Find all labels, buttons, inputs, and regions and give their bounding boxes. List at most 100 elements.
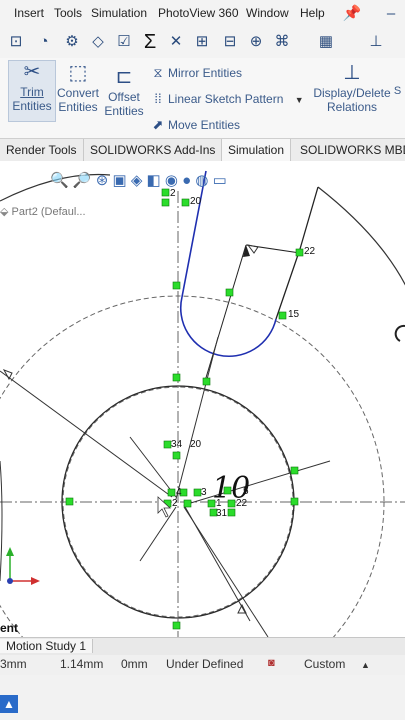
- smart-dimension-icon[interactable]: ◔: [34, 32, 54, 52]
- trim-entities-button[interactable]: ✂ Trim Entities: [8, 60, 56, 122]
- menu-bar: Insert Tools Simulation PhotoView 360 Wi…: [0, 0, 405, 29]
- menu-photoview[interactable]: PhotoView 360: [158, 6, 239, 20]
- trim-icon: ✂: [23, 61, 41, 83]
- tab-render-tools[interactable]: Render Tools: [0, 139, 84, 161]
- relation-label: 34: [171, 439, 183, 450]
- tab-mbd[interactable]: SOLIDWORKS MBD: [294, 139, 405, 161]
- trim-label-1: Trim: [20, 85, 44, 99]
- sum-icon[interactable]: Σ: [140, 32, 160, 52]
- ray-down-right: [183, 506, 269, 637]
- relations-icon[interactable]: ⌘: [272, 32, 292, 52]
- units-dropdown-icon[interactable]: ▲: [361, 660, 370, 670]
- feature-tree-item[interactable]: ⬙ Part2 (Defaul...: [0, 205, 86, 218]
- relation-label: 2: [170, 188, 176, 199]
- display-style-icon[interactable]: ◧: [147, 172, 161, 189]
- zoom-area-icon[interactable]: 🔎: [73, 172, 92, 189]
- menu-insert[interactable]: Insert: [14, 6, 44, 20]
- constraint-markers: [65, 188, 304, 630]
- move-icon: ⬈: [152, 117, 164, 132]
- grid-icon[interactable]: ⊞: [192, 32, 212, 52]
- previous-view-icon[interactable]: ⊛: [96, 172, 109, 189]
- menu-tools[interactable]: Tools: [54, 6, 82, 20]
- monitor-icon[interactable]: ▭: [213, 172, 227, 189]
- mirror-icon: ⧖: [153, 65, 163, 80]
- mirror-entities-button[interactable]: ⧖ Mirror Entities: [148, 65, 242, 81]
- command-tabs: Render Tools SOLIDWORKS Add-Ins Simulati…: [0, 139, 405, 162]
- slot-top-line: [299, 186, 319, 250]
- taskbar-app-icon[interactable]: ▲: [0, 695, 18, 713]
- triad-origin: [7, 578, 13, 584]
- rebuild-icon[interactable]: ◙: [268, 657, 275, 669]
- move-label: Move Entities: [168, 118, 241, 132]
- tab-simulation[interactable]: Simulation: [222, 139, 292, 161]
- partial-label: ent: [0, 621, 18, 635]
- convert-label-1: Convert: [56, 86, 100, 100]
- offset-icon: ⊏: [115, 66, 133, 88]
- minimize-icon[interactable]: –: [381, 4, 401, 24]
- coordinate-icon[interactable]: ⊥: [366, 32, 386, 52]
- linear-pattern-label: Linear Sketch Pattern: [168, 92, 284, 106]
- relation-label: 20: [190, 196, 202, 207]
- display-relations-button[interactable]: ⊥ Display/Delete Relations: [312, 62, 392, 114]
- feature-icon[interactable]: ⚙: [62, 32, 82, 52]
- relation-label: 31: [216, 508, 228, 519]
- relation-label: 3: [201, 487, 207, 498]
- relations-icon: ⊥: [343, 62, 361, 84]
- menu-window[interactable]: Window: [246, 6, 289, 20]
- relation-label: 20: [190, 439, 202, 450]
- appearance-icon[interactable]: ●: [182, 172, 191, 189]
- offset-label-2: Entities: [104, 104, 144, 118]
- display-label-2: Relations: [326, 100, 378, 114]
- part-name: Part2 (Defaul...: [11, 206, 86, 218]
- leader-line-1: [204, 244, 247, 382]
- shape-icon[interactable]: ◇: [88, 32, 108, 52]
- sketch-icon[interactable]: ⊡: [6, 32, 26, 52]
- part-icon: ⬙: [0, 206, 9, 218]
- menu-simulation[interactable]: Simulation: [91, 6, 147, 20]
- tab-addins[interactable]: SOLIDWORKS Add-Ins: [84, 139, 223, 161]
- graphics-area[interactable]: 🔍 🔎 ⊛ ▣ ◈ ◧ ◉ ● ◍ ▭ ⬙ Part2 (Defaul... 2…: [0, 161, 405, 637]
- hide-show-icon[interactable]: ◉: [165, 172, 178, 189]
- outer-arc-right: [317, 186, 405, 286]
- convert-entities-button[interactable]: ⬚ Convert Entities: [56, 62, 100, 114]
- fit-icon[interactable]: ⊕: [246, 32, 266, 52]
- offset-label-1: Offset: [108, 90, 140, 104]
- tab-motion-study[interactable]: Motion Study 1: [0, 639, 94, 653]
- dimension-value[interactable]: 10: [212, 471, 250, 506]
- section-view-icon[interactable]: ▣: [112, 172, 126, 189]
- relation-label: 22: [304, 246, 316, 257]
- triad-y-arrow: [6, 547, 14, 556]
- status-z: 0mm: [121, 657, 148, 671]
- overflow-label: S: [393, 85, 402, 97]
- linear-pattern-icon: ⁞⁞: [154, 91, 162, 106]
- status-x: 3mm: [0, 657, 27, 671]
- move-entities-button[interactable]: ⬈ Move Entities: [148, 117, 240, 133]
- ray-right: [183, 460, 331, 506]
- sketch-ribbon: ✂ Trim Entities ⬚ Convert Entities ⊏ Off…: [0, 58, 405, 139]
- status-units[interactable]: Custom: [304, 657, 345, 671]
- align-icon[interactable]: ⊟: [220, 32, 240, 52]
- triad-x-arrow: [31, 577, 40, 585]
- zoom-icon[interactable]: 🔍: [50, 172, 69, 189]
- check-icon[interactable]: ☑: [114, 32, 134, 52]
- ribbon-overflow: S: [390, 84, 405, 98]
- menu-help[interactable]: Help: [300, 6, 325, 20]
- view-orientation-icon[interactable]: ◈: [131, 172, 143, 189]
- offset-entities-button[interactable]: ⊏ Offset Entities: [102, 66, 146, 118]
- scene-icon[interactable]: ◍: [195, 172, 208, 189]
- status-definition: Under Defined: [166, 657, 244, 671]
- outer-construction-circle: [0, 295, 385, 637]
- table-icon[interactable]: ▦: [316, 32, 336, 52]
- quick-snaps-icon[interactable]: ✕: [166, 32, 186, 52]
- relation-label: 2: [172, 498, 178, 509]
- ray-lower-left: [139, 506, 177, 562]
- status-y: 1.14mm: [60, 657, 104, 671]
- command-toolbar: ⊡ ◔ ⚙ ◇ ☑ Σ ✕ ⊞ ⊟ ⊕ ⌘ ▦ ⊥: [0, 28, 405, 59]
- sketch-drawing: [0, 170, 405, 637]
- left-edge-arc: [0, 460, 3, 582]
- dropdown-icon[interactable]: ▼: [295, 95, 304, 105]
- pin-icon[interactable]: 📌: [342, 4, 362, 24]
- right-edge-marker: [394, 324, 405, 342]
- linear-pattern-button[interactable]: ⁞⁞ Linear Sketch Pattern ▼: [148, 91, 304, 106]
- convert-label-2: Entities: [58, 100, 98, 114]
